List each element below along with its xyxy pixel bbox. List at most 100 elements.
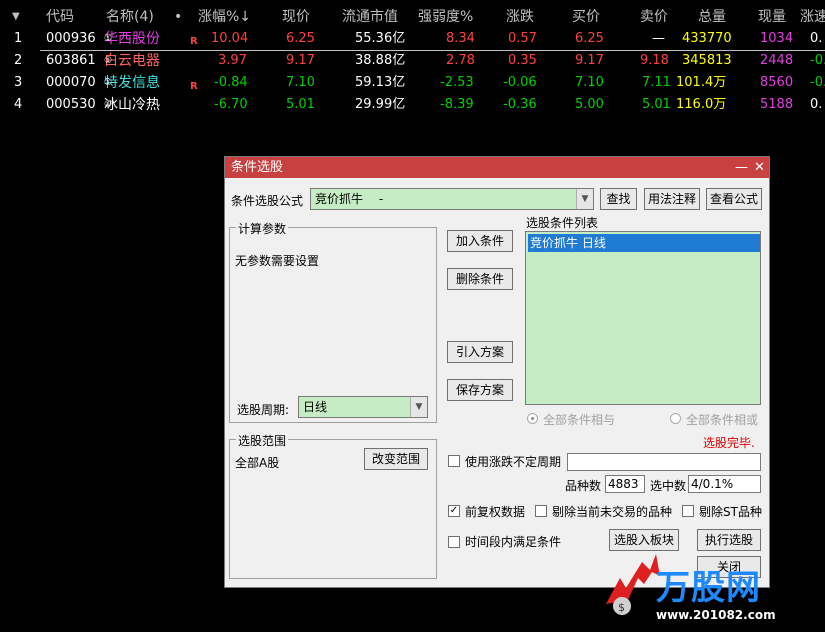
- no-params-text: 无参数需要设置: [235, 254, 320, 268]
- header-price[interactable]: 现价: [282, 6, 310, 28]
- row-change: -0.36: [503, 97, 537, 112]
- row-index: 3: [14, 75, 23, 90]
- params-group: 计算参数 无参数需要设置 选股周期: 日线 ▼: [229, 220, 437, 423]
- row-index: 1: [14, 31, 23, 46]
- row-ask: 5.01: [642, 97, 671, 112]
- period-label: 选股周期:: [237, 403, 290, 417]
- row-strength: 8.34: [446, 31, 475, 46]
- row-change-pct: -0.84: [214, 75, 248, 90]
- row-change-pct: 10.04: [211, 31, 249, 46]
- row-volume: 433770: [682, 31, 732, 46]
- selected-label: 选中数: [650, 479, 687, 493]
- row-strength: -2.53: [440, 75, 474, 90]
- add-condition-button[interactable]: 加入条件: [447, 230, 513, 252]
- minimize-icon[interactable]: —: [735, 157, 748, 178]
- period-select[interactable]: 日线 ▼: [298, 396, 428, 418]
- row-price: 7.10: [286, 75, 315, 90]
- sort-arrow-icon[interactable]: ▼: [12, 6, 20, 28]
- exclude-untraded-label: 剔除当前未交易的品种: [552, 505, 673, 519]
- import-plan-button[interactable]: 引入方案: [447, 341, 513, 363]
- exclude-st-checkbox[interactable]: [682, 505, 694, 517]
- quote-table-header: ▼ 代码 名称(4) • 涨幅%↓ 现价 流通市值 强弱度% 涨跌 买价 卖价 …: [0, 6, 825, 28]
- radio-or[interactable]: [670, 413, 681, 424]
- exclude-st-label: 剔除ST品种: [699, 505, 762, 519]
- row-speed: -0.: [810, 75, 825, 90]
- row-price: 9.17: [286, 53, 315, 68]
- row-strength: 2.78: [446, 53, 475, 68]
- exclude-untraded-checkbox[interactable]: [535, 505, 547, 517]
- selected-field: 4/0.1%: [688, 475, 761, 493]
- header-ask[interactable]: 卖价: [640, 6, 668, 28]
- uncertain-period-input[interactable]: [567, 453, 761, 471]
- condition-list[interactable]: 竞价抓牛 日线: [525, 231, 761, 405]
- header-volume[interactable]: 总量: [698, 6, 726, 28]
- logo-text: 万股网: [656, 568, 761, 608]
- table-row[interactable]: 2 603861 白云电器 ① 3.97 9.17 38.88亿 2.78 0.3…: [0, 50, 825, 72]
- row-bid: 5.00: [575, 97, 604, 112]
- delete-condition-button[interactable]: 删除条件: [447, 268, 513, 290]
- find-button[interactable]: 查找: [600, 188, 637, 210]
- table-row[interactable]: 4 000530 冰山冷热 ① -6.70 5.01 29.99亿 -8.39 -…: [0, 94, 825, 116]
- row-change-pct: -6.70: [214, 97, 248, 112]
- radio-or-label[interactable]: 全部条件相或: [686, 411, 758, 428]
- header-float-mv[interactable]: 流通市值: [342, 6, 398, 28]
- header-change[interactable]: 涨跌: [506, 6, 534, 28]
- radio-and-label[interactable]: 全部条件相与: [543, 411, 615, 428]
- dialog-title-bar[interactable]: 条件选股 — ✕: [225, 157, 769, 178]
- dialog-title: 条件选股: [231, 160, 284, 175]
- list-item[interactable]: 竞价抓牛 日线: [528, 234, 760, 252]
- header-code[interactable]: 代码: [46, 6, 74, 28]
- selected-value: 4/0.1%: [691, 477, 734, 491]
- close-icon[interactable]: ✕: [754, 157, 765, 178]
- row-bid: 6.25: [575, 31, 604, 46]
- logo-url: www.201082.com: [656, 608, 776, 622]
- info-icon: ①: [104, 34, 113, 44]
- row-speed: 0.: [810, 97, 823, 112]
- adjusted-data-label: 前复权数据: [465, 505, 526, 519]
- period-value: 日线: [303, 400, 328, 414]
- header-speed[interactable]: 涨速: [800, 6, 825, 28]
- chevron-down-icon[interactable]: ▼: [410, 397, 427, 417]
- scope-group-title: 选股范围: [236, 432, 289, 449]
- row-code: 603861: [46, 53, 96, 68]
- row-speed: 0.: [810, 31, 823, 46]
- usage-notes-button[interactable]: 用法注释: [644, 188, 700, 210]
- header-cur-vol[interactable]: 现量: [758, 6, 786, 28]
- formula-select[interactable]: 竞价抓牛 - ▼: [310, 188, 594, 210]
- adjusted-data-checkbox[interactable]: ✓: [448, 505, 460, 517]
- header-bid[interactable]: 买价: [572, 6, 600, 28]
- row-change: -0.06: [503, 75, 537, 90]
- row-change: 0.57: [508, 31, 537, 46]
- row-change: 0.35: [508, 53, 537, 68]
- condition-list-label: 选股条件列表: [526, 216, 599, 230]
- condition-select-dialog: 条件选股 — ✕ 条件选股公式 竞价抓牛 - ▼ 查找 用法注释 查看公式 计算…: [224, 156, 770, 588]
- scope-group: 选股范围 全部A股 改变范围: [229, 432, 437, 579]
- header-change-pct[interactable]: 涨幅%↓: [198, 6, 251, 28]
- table-row[interactable]: 1 000936 华西股份 ① R 10.04 6.25 55.36亿 8.34 …: [0, 28, 825, 50]
- table-row[interactable]: 3 000070 特发信息 ① R -0.84 7.10 59.13亿 -2.53…: [0, 72, 825, 94]
- row-volume: 116.0万: [676, 97, 727, 112]
- params-group-title: 计算参数: [236, 220, 289, 237]
- row-float-mv: 38.88亿: [355, 53, 406, 68]
- header-strength[interactable]: 强弱度%: [418, 6, 473, 28]
- row-code: 000070: [46, 75, 96, 90]
- row-volume: 345813: [682, 53, 732, 68]
- scope-value: 全部A股: [235, 456, 280, 470]
- save-plan-button[interactable]: 保存方案: [447, 379, 513, 401]
- row-ask: 7.11: [642, 75, 671, 90]
- row-index: 2: [14, 53, 23, 68]
- uncertain-period-checkbox[interactable]: [448, 455, 460, 467]
- count-value: 4883: [608, 477, 639, 491]
- svg-text:$: $: [618, 601, 625, 614]
- header-name[interactable]: 名称(4): [106, 6, 154, 28]
- chevron-down-icon[interactable]: ▼: [576, 189, 593, 209]
- change-scope-button[interactable]: 改变范围: [364, 448, 428, 470]
- time-condition-checkbox[interactable]: [448, 536, 460, 548]
- formula-value: 竞价抓牛 -: [315, 192, 384, 206]
- info-icon: ①: [104, 78, 113, 88]
- row-price: 6.25: [286, 31, 315, 46]
- row-index: 4: [14, 97, 23, 112]
- row-speed: -0.: [810, 53, 825, 68]
- view-formula-button[interactable]: 查看公式: [706, 188, 762, 210]
- radio-and[interactable]: [527, 413, 538, 424]
